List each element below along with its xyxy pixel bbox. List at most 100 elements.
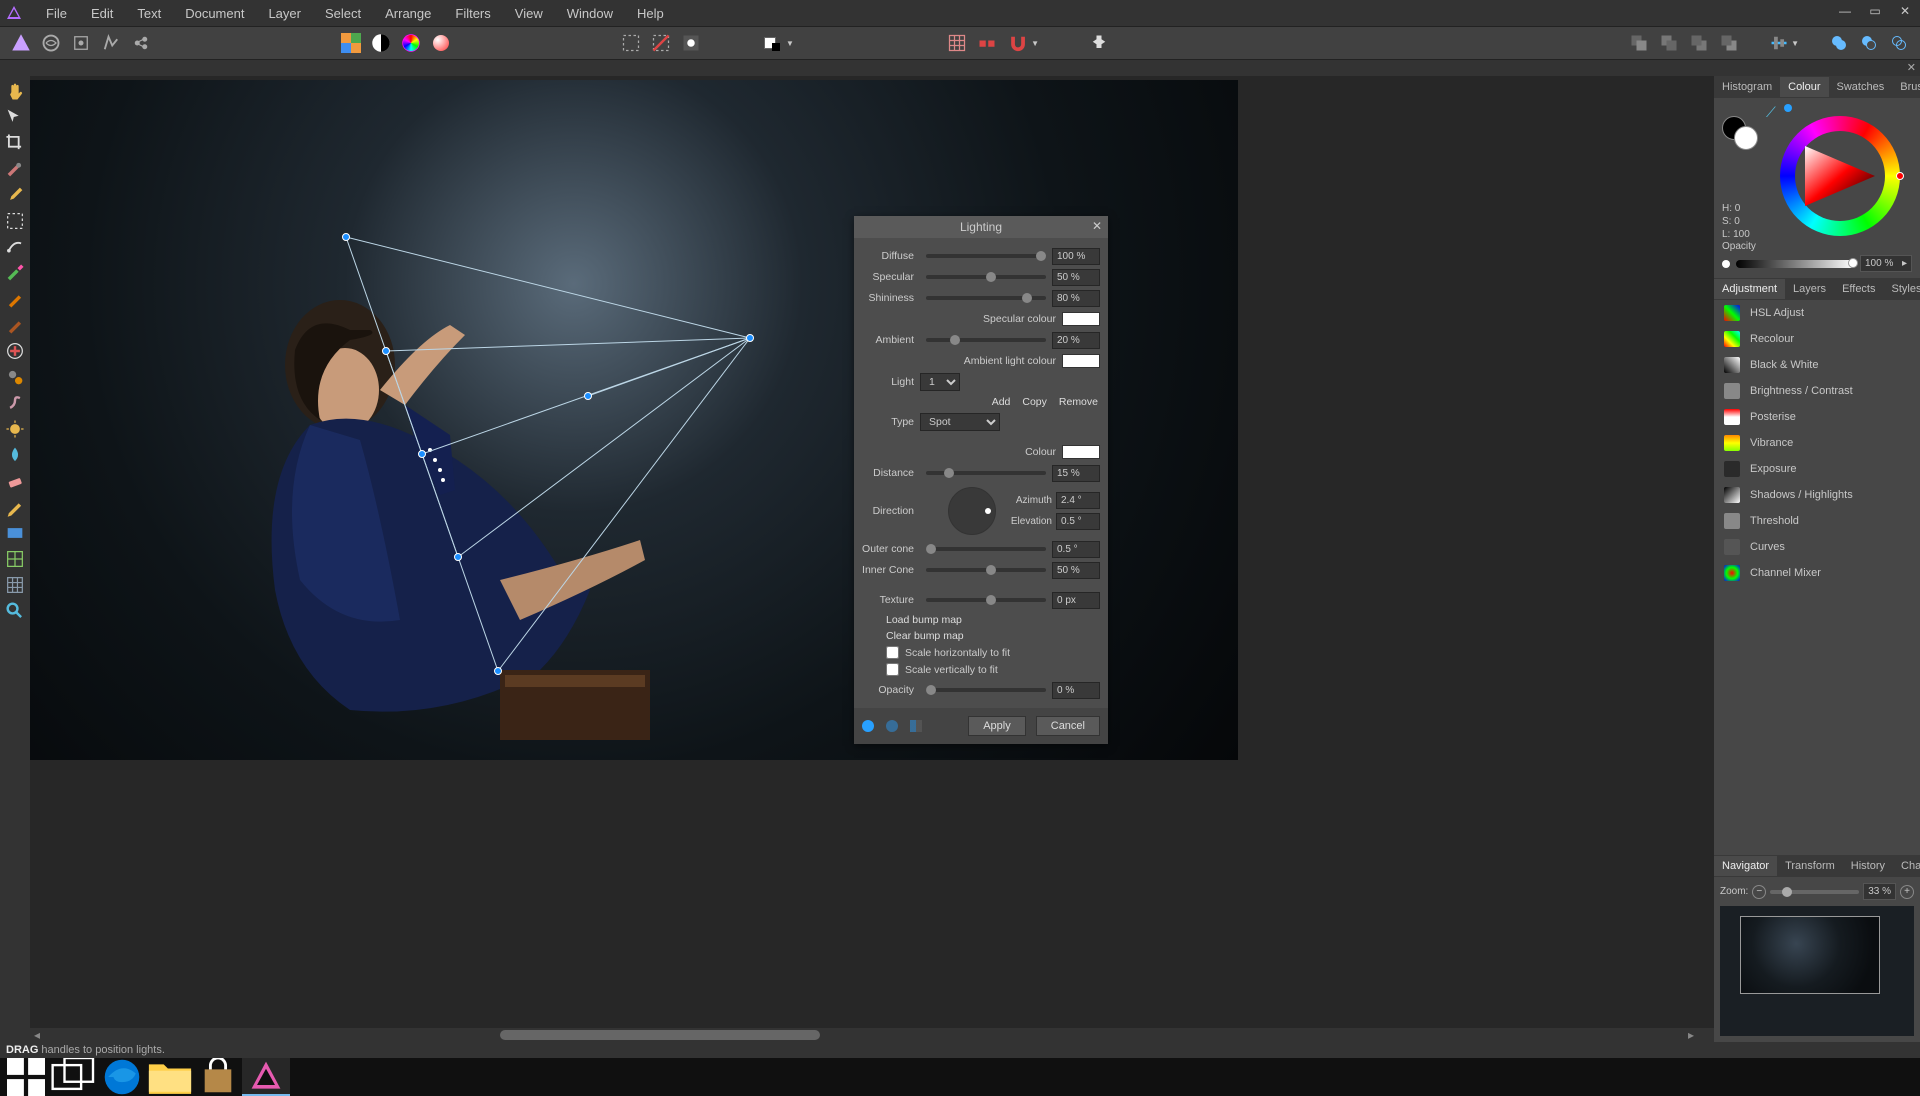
adjustment-curves[interactable]: Curves: [1714, 534, 1920, 560]
menu-window[interactable]: Window: [555, 2, 625, 25]
apply-button[interactable]: Apply: [968, 716, 1026, 736]
texture-slider[interactable]: [926, 598, 1046, 602]
menu-arrange[interactable]: Arrange: [373, 2, 443, 25]
tool-hand[interactable]: [4, 80, 26, 102]
tool-zoom[interactable]: [4, 600, 26, 622]
tool-grid[interactable]: [4, 574, 26, 596]
zoom-out-button[interactable]: −: [1752, 885, 1766, 899]
ambient-value[interactable]: 20 %: [1052, 332, 1100, 349]
edge-browser-icon[interactable]: [98, 1058, 146, 1096]
tool-pencil[interactable]: [4, 496, 26, 518]
swatch-pattern-icon[interactable]: [341, 33, 361, 53]
zoom-slider[interactable]: [1770, 890, 1859, 894]
tool-brush[interactable]: [4, 158, 26, 180]
persona-photo-icon[interactable]: [11, 33, 31, 53]
nav-tabs-navigator[interactable]: Navigator: [1714, 856, 1777, 876]
light-handle[interactable]: [494, 667, 502, 675]
hue-indicator[interactable]: [1896, 172, 1904, 180]
adjustment-channel-mixer[interactable]: Channel Mixer: [1714, 560, 1920, 586]
boolean-add-icon[interactable]: [1829, 33, 1849, 53]
tool-move[interactable]: [4, 106, 26, 128]
texture-value[interactable]: 0 px: [1052, 592, 1100, 609]
adj-tabs-layers[interactable]: Layers: [1785, 279, 1834, 299]
dialog-titlebar[interactable]: Lighting ✕: [854, 216, 1108, 238]
menu-filters[interactable]: Filters: [443, 2, 502, 25]
inner-cone-slider[interactable]: [926, 568, 1046, 572]
color-tabs-colour[interactable]: Colour: [1780, 77, 1828, 97]
shininess-slider[interactable]: [926, 296, 1046, 300]
light-origin-handle[interactable]: [746, 334, 754, 342]
arrange-backward-icon[interactable]: [1659, 33, 1679, 53]
zoom-value[interactable]: 33 %: [1863, 883, 1896, 900]
load-bump-link[interactable]: Load bump map: [886, 614, 962, 626]
tool-crop[interactable]: [4, 132, 26, 154]
persona-liquify-icon[interactable]: [41, 33, 61, 53]
adjustment-brightness-contrast[interactable]: Brightness / Contrast: [1714, 378, 1920, 404]
adjustment-threshold[interactable]: Threshold: [1714, 508, 1920, 534]
distance-value[interactable]: 15 %: [1052, 465, 1100, 482]
light-handle[interactable]: [342, 233, 350, 241]
outer-cone-value[interactable]: 0.5 °: [1052, 541, 1100, 558]
adjustment-hsl-adjust[interactable]: HSL Adjust: [1714, 300, 1920, 326]
align-dropdown[interactable]: ▼: [1769, 33, 1799, 53]
ambient-slider[interactable]: [926, 338, 1046, 342]
tool-mesh[interactable]: [4, 548, 26, 570]
persona-develop-icon[interactable]: [71, 33, 91, 53]
file-explorer-icon[interactable]: [146, 1058, 194, 1096]
clear-bump-link[interactable]: Clear bump map: [886, 630, 964, 642]
inner-cone-value[interactable]: 50 %: [1052, 562, 1100, 579]
boolean-intersect-icon[interactable]: [1889, 33, 1909, 53]
adj-tabs-effects[interactable]: Effects: [1834, 279, 1883, 299]
hue-wheel-icon[interactable]: [401, 33, 421, 53]
tool-marquee[interactable]: [4, 210, 26, 232]
gradient-sphere-icon[interactable]: [431, 33, 451, 53]
light-copy-link[interactable]: Copy: [1022, 396, 1047, 408]
specular-value[interactable]: 50 %: [1052, 269, 1100, 286]
light-add-link[interactable]: Add: [992, 396, 1011, 408]
dlg-opacity-value[interactable]: 0 %: [1052, 682, 1100, 699]
persona-export-icon[interactable]: [131, 33, 151, 53]
arrange-back-icon[interactable]: [1629, 33, 1649, 53]
magnet-dropdown[interactable]: ▼: [1007, 33, 1039, 53]
color-tabs-brushes[interactable]: Brushes: [1892, 77, 1920, 97]
navigator-thumbnail[interactable]: [1720, 906, 1914, 1036]
tool-paint[interactable]: [4, 262, 26, 284]
assistant-icon[interactable]: [1089, 33, 1109, 53]
start-button[interactable]: [2, 1058, 50, 1096]
tool-pen1[interactable]: [4, 288, 26, 310]
cancel-button[interactable]: Cancel: [1036, 716, 1100, 736]
color-tabs-histogram[interactable]: Histogram: [1714, 77, 1780, 97]
tool-heal[interactable]: [4, 340, 26, 362]
boolean-subtract-icon[interactable]: [1859, 33, 1879, 53]
selection-off-icon[interactable]: [651, 33, 671, 53]
adj-tabs-adjustment[interactable]: Adjustment: [1714, 279, 1785, 299]
azimuth-value[interactable]: 2.4 °: [1056, 492, 1100, 509]
colour-mode-dot[interactable]: [1784, 104, 1792, 112]
task-view-button[interactable]: [50, 1058, 98, 1096]
tool-clone[interactable]: [4, 366, 26, 388]
scale-v-checkbox[interactable]: [886, 663, 899, 676]
light-handle[interactable]: [418, 450, 426, 458]
adjustment-exposure[interactable]: Exposure: [1714, 456, 1920, 482]
store-icon[interactable]: [194, 1058, 242, 1096]
front-colour-swatch[interactable]: [1734, 126, 1758, 150]
outer-cone-slider[interactable]: [926, 547, 1046, 551]
ambient-colour-chip[interactable]: [1062, 354, 1100, 368]
light-select[interactable]: 1: [920, 373, 960, 391]
light-handle[interactable]: [382, 347, 390, 355]
specular-colour-chip[interactable]: [1062, 312, 1100, 326]
adjustment-vibrance[interactable]: Vibrance: [1714, 430, 1920, 456]
opacity-slider[interactable]: [1736, 260, 1854, 268]
light-handle[interactable]: [584, 392, 592, 400]
adjustment-posterise[interactable]: Posterise: [1714, 404, 1920, 430]
specular-slider[interactable]: [926, 275, 1046, 279]
selection-marquee-icon[interactable]: [621, 33, 641, 53]
dlg-opacity-slider[interactable]: [926, 688, 1046, 692]
grid-icon[interactable]: [947, 33, 967, 53]
affinity-photo-taskbar-icon[interactable]: [242, 1058, 290, 1096]
tool-rect[interactable]: [4, 522, 26, 544]
light-colour-chip[interactable]: [1062, 445, 1100, 459]
tool-smudge[interactable]: [4, 392, 26, 414]
canvas-area[interactable]: ◂▸ Lighting ✕ Diffuse100 % Specular50 % …: [30, 76, 1714, 1042]
elevation-value[interactable]: 0.5 °: [1056, 513, 1100, 530]
